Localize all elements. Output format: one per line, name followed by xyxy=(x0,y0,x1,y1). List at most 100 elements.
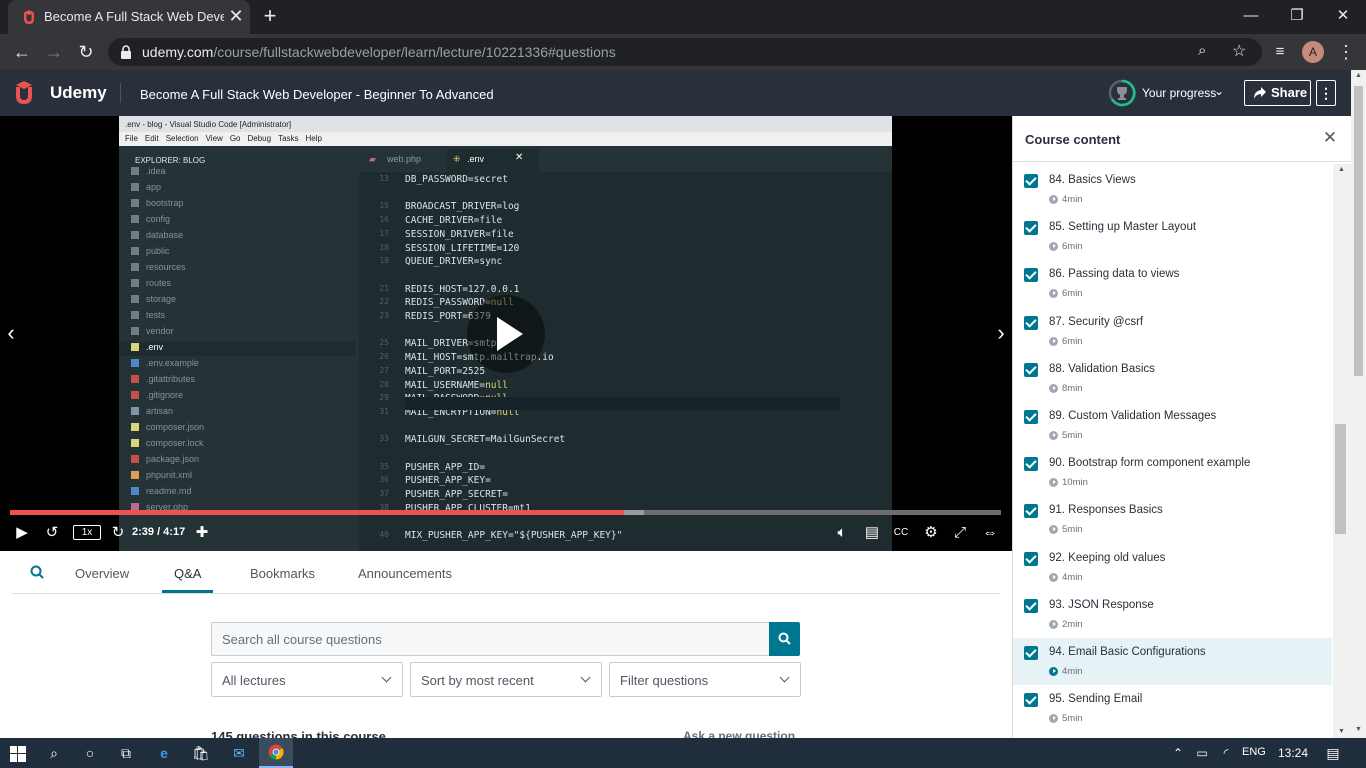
address-bar[interactable]: udemy.com/course/fullstackwebdeveloper/l… xyxy=(108,38,1262,66)
task-view-icon[interactable]: ⧉ xyxy=(116,743,136,763)
notifications-icon[interactable]: ▤ xyxy=(1323,743,1343,763)
lecture-item[interactable]: 85. Setting up Master Layout 6min xyxy=(1013,213,1332,260)
language-indicator[interactable]: ENG xyxy=(1242,746,1266,758)
progress-label[interactable]: Your progress xyxy=(1142,86,1216,100)
forward-icon[interactable]: → xyxy=(42,40,66,64)
cortana-icon[interactable]: ○ xyxy=(80,743,100,763)
lecture-item[interactable]: 87. Security @csrf 6min xyxy=(1013,308,1332,355)
chevron-down-icon[interactable]: ⌄ xyxy=(1214,84,1224,98)
lecture-title: 87. Security @csrf xyxy=(1049,315,1144,328)
scroll-down-icon[interactable]: ▼ xyxy=(1355,726,1362,733)
play-circle-icon xyxy=(1049,478,1058,488)
close-tab-icon[interactable]: ✕ xyxy=(226,5,246,27)
captions-icon[interactable]: CC xyxy=(891,523,911,543)
play-icon[interactable]: ▶ xyxy=(12,523,32,543)
lecture-item[interactable]: 89. Custom Validation Messages 5min xyxy=(1013,402,1332,449)
playback-speed-button[interactable]: 1x xyxy=(73,525,101,540)
add-bookmark-icon[interactable]: ✚ xyxy=(192,523,212,543)
restore-icon[interactable]: ❐ xyxy=(1274,0,1320,32)
search-icon[interactable] xyxy=(30,565,44,579)
edge-icon[interactable]: e xyxy=(154,743,174,763)
lecture-item[interactable]: 91. Responses Basics 5min xyxy=(1013,496,1332,543)
volume-icon[interactable]: 🔈︎ xyxy=(832,523,852,543)
lecture-item[interactable]: 93. JSON Response 2min xyxy=(1013,591,1332,638)
store-icon[interactable]: 🛍︎ xyxy=(191,743,211,763)
page-scrollbar[interactable]: ▲ ▼ xyxy=(1351,70,1366,738)
code-value: "${PUSHER_APP_KEY}" xyxy=(513,530,623,542)
play-overlay-button[interactable] xyxy=(467,295,545,373)
lecture-item[interactable]: 92. Keeping old values 4min xyxy=(1013,544,1332,591)
sidebar-scrollbar-thumb[interactable] xyxy=(1335,424,1346,534)
lecture-item[interactable]: 95. Sending Email 5min xyxy=(1013,685,1332,732)
minimize-icon[interactable]: — xyxy=(1228,0,1274,32)
chrome-menu-icon[interactable]: ⋮ xyxy=(1334,40,1358,64)
rewind-icon[interactable]: ↺ xyxy=(42,523,62,543)
next-lecture-icon[interactable]: › xyxy=(990,316,1012,350)
more-options-button[interactable]: ⋮ xyxy=(1316,80,1336,106)
lecture-item[interactable]: 88. Validation Basics 8min xyxy=(1013,355,1332,402)
show-hidden-icons-icon[interactable]: ⌃ xyxy=(1168,743,1188,763)
new-tab-icon[interactable]: + xyxy=(258,4,282,28)
bookmark-star-icon[interactable]: ☆ xyxy=(1232,41,1246,61)
scroll-up-icon[interactable]: ▲ xyxy=(1338,166,1345,173)
tab-qa[interactable]: Q&A xyxy=(174,566,201,581)
lecture-complete-checkbox[interactable] xyxy=(1024,598,1038,613)
share-label: Share xyxy=(1271,85,1308,100)
lecture-complete-checkbox[interactable] xyxy=(1024,504,1038,519)
tab-overview[interactable]: Overview xyxy=(75,566,129,581)
battery-icon[interactable]: ▭ xyxy=(1192,743,1212,763)
lecture-filter-select[interactable]: All lectures xyxy=(211,662,403,697)
chrome-taskbar-button[interactable] xyxy=(259,738,293,768)
settings-gear-icon[interactable]: ⚙ xyxy=(921,523,941,543)
reload-icon[interactable]: ↻ xyxy=(74,40,98,64)
fullscreen-icon[interactable]: ⤢ xyxy=(950,523,970,543)
lecture-complete-checkbox[interactable] xyxy=(1024,268,1038,283)
question-filter-select[interactable]: Filter questions xyxy=(609,662,801,697)
previous-lecture-icon[interactable]: ‹ xyxy=(0,316,22,350)
lecture-complete-checkbox[interactable] xyxy=(1024,174,1038,188)
explorer-file-name: .gitignore xyxy=(146,390,184,400)
browser-tab[interactable]: Become A Full Stack Web Develo ✕ xyxy=(8,0,250,34)
qa-search-button[interactable] xyxy=(769,622,800,656)
code-key: SESSION_DRIVER= xyxy=(405,228,491,240)
scroll-down-icon[interactable]: ▼ xyxy=(1338,728,1345,735)
expand-width-icon[interactable]: ⇔ xyxy=(979,523,1001,543)
page-scrollbar-thumb[interactable] xyxy=(1354,86,1363,376)
lecture-complete-checkbox[interactable] xyxy=(1024,221,1038,236)
udemy-logo-text[interactable]: Udemy xyxy=(50,83,107,103)
windows-start-icon[interactable] xyxy=(10,746,26,762)
transcript-icon[interactable]: ▤ xyxy=(862,523,882,543)
tab-announcements[interactable]: Announcements xyxy=(358,566,452,581)
lecture-complete-checkbox[interactable] xyxy=(1024,646,1038,660)
video-player[interactable]: .env - blog - Visual Studio Code [Admini… xyxy=(0,116,1012,551)
lecture-complete-checkbox[interactable] xyxy=(1024,410,1038,424)
search-icon[interactable]: ⌕ xyxy=(44,743,64,763)
lecture-complete-checkbox[interactable] xyxy=(1024,551,1038,566)
lecture-complete-checkbox[interactable] xyxy=(1024,315,1038,330)
explorer-file-item: composer.lock xyxy=(131,438,204,452)
share-button[interactable]: Share xyxy=(1244,80,1311,106)
taskbar-clock[interactable]: 13:24 xyxy=(1278,746,1308,760)
lecture-item[interactable]: 86. Passing data to views 6min xyxy=(1013,260,1332,307)
media-queue-icon[interactable]: ≡ xyxy=(1268,40,1292,64)
udemy-logo-icon[interactable] xyxy=(14,81,46,105)
wifi-icon[interactable]: ◜ xyxy=(1216,743,1236,763)
lecture-item[interactable]: 90. Bootstrap form component example 10mi… xyxy=(1013,449,1332,496)
window-close-icon[interactable]: ✕ xyxy=(1320,0,1366,32)
qa-search-input[interactable]: Search all course questions xyxy=(211,622,769,656)
forward-icon[interactable]: ↻ xyxy=(108,523,128,543)
close-icon[interactable]: ✕ xyxy=(1322,128,1338,148)
trophy-progress-icon[interactable] xyxy=(1108,79,1136,107)
lecture-item[interactable]: 94. Email Basic Configurations 4min xyxy=(1013,638,1332,685)
lecture-complete-checkbox[interactable] xyxy=(1024,693,1038,708)
sort-select[interactable]: Sort by most recent xyxy=(410,662,602,697)
lecture-complete-checkbox[interactable] xyxy=(1024,362,1038,377)
profile-avatar[interactable]: A xyxy=(1302,41,1324,63)
lecture-item[interactable]: 84. Basics Views 4min xyxy=(1013,166,1332,213)
back-icon[interactable]: ← xyxy=(10,40,34,64)
scroll-up-icon[interactable]: ▲ xyxy=(1355,72,1362,79)
tab-bookmarks[interactable]: Bookmarks xyxy=(250,566,315,581)
zoom-icon[interactable]: ⌕ xyxy=(1198,42,1206,59)
lecture-complete-checkbox[interactable] xyxy=(1024,457,1038,472)
mail-icon[interactable]: ✉ xyxy=(229,743,249,763)
